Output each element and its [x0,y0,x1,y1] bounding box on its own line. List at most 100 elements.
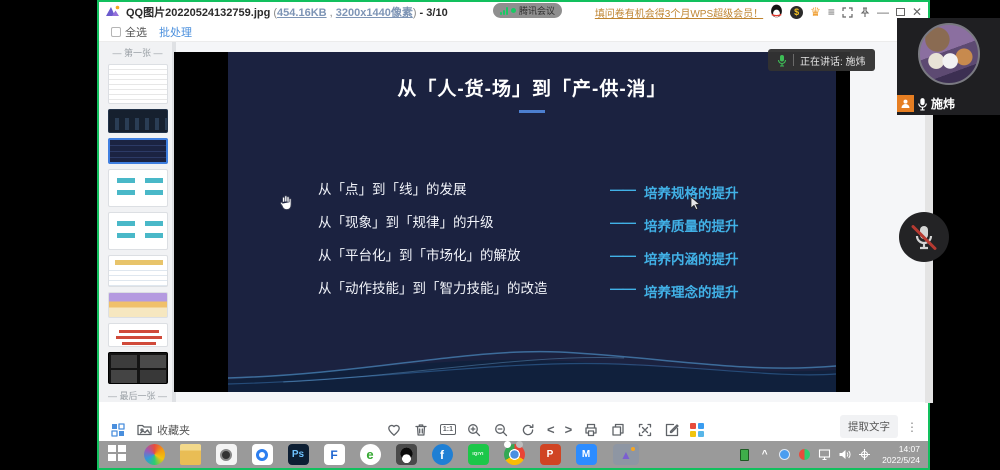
speaking-indicator: 正在讲话: 施炜 [768,49,875,71]
thumbnail-dark-table[interactable] [108,109,168,133]
taskbar-iqiyi[interactable]: IQIYI [460,441,496,468]
taskbar-pdf-reader[interactable]: F [316,441,352,468]
taskbar-drive-app[interactable] [244,441,280,468]
host-badge-icon [897,95,914,112]
taskbar-flash-center[interactable]: f [424,441,460,468]
ocr-scan-icon[interactable] [636,421,653,438]
usb-device-icon[interactable] [738,448,751,461]
thumbnail-teal-boxes-1[interactable] [108,169,168,207]
bullet-left-text: 从「动作技能」到「智力技能」的改造 [318,277,610,297]
taskbar-powerpoint[interactable]: P [532,441,568,468]
file-actions-bar: 全选 批处理 [99,22,928,42]
thumbnail-document-table[interactable] [108,64,168,104]
signal-bars-icon [500,7,508,15]
menu-icon[interactable]: ≡ [828,6,835,18]
minimize-button[interactable]: — [877,6,889,18]
bullet-row: 从「动作技能」到「智力技能」的改造 ——培养理念的提升 [318,277,816,296]
batch-process-link[interactable]: 批处理 [159,24,192,40]
file-name: QQ图片20220524132759.jpg [126,7,270,19]
taskbar-camera-app[interactable] [208,441,244,468]
slide-title: 从「人-货-场」到「产-供-消」 [228,74,836,101]
thumbnail-red-text-doc[interactable] [108,323,168,347]
select-all-label: 全选 [125,24,147,40]
bullet-right-label: 培养理念的提升 [644,281,739,301]
e-browser-label: e [360,444,381,465]
pdf-label: F [324,444,345,465]
title-underline [519,110,545,113]
more-options-icon[interactable]: ⋮ [906,420,918,434]
thumbnail-video-grid[interactable] [108,352,168,384]
coin-icon[interactable]: $ [790,6,803,19]
bullet-right-text: ——培养内涵的提升 [610,248,739,268]
close-button[interactable]: ✕ [912,6,922,18]
taskbar-e-browser[interactable]: e [352,441,388,468]
favorites-button[interactable]: 收藏夹 [136,421,190,438]
mic-muted-button[interactable] [899,212,949,262]
taskbar-windows-start[interactable] [100,441,136,468]
next-image-button[interactable]: > [565,423,573,436]
slide-content: 从「人-货-场」到「产-供-消」 从「点」到「线」的发展 ——培养规格的提升 从… [228,52,836,392]
bullet-right-text: ——培养规格的提升 [610,182,739,202]
taskbar-clock[interactable]: 14:07 2022/5/24 [882,444,920,465]
more-tools-icon[interactable] [690,423,704,437]
participant-mic-icon [917,97,928,111]
bullet-right-text: ——培养理念的提升 [610,281,739,301]
copy-icon[interactable] [609,421,626,438]
select-all-control[interactable]: 全选 [111,24,147,40]
qq-penguin-icon[interactable] [770,4,783,21]
tencent-meeting-pill[interactable]: 腾讯会议 [493,3,562,18]
print-icon[interactable] [582,421,599,438]
edit-icon[interactable] [663,421,680,438]
taskbar-file-explorer[interactable] [172,441,208,468]
participant-name: 施炜 [931,95,955,112]
file-title: QQ图片20220524132759.jpg (454.16KB , 3200x… [126,4,448,20]
green-status-dot [511,8,516,13]
heart-icon[interactable] [386,421,403,438]
bullet-row: 从「现象」到「规律」的升级 ——培养质量的提升 [318,211,816,230]
thumbnail-colorful-table[interactable] [108,292,168,318]
participant-video-tile[interactable]: 施炜 [897,18,1000,115]
taskbar-chrome[interactable] [496,441,532,468]
taskbar-photoshop[interactable]: Ps [280,441,316,468]
thumbnail-data-table[interactable] [108,255,168,287]
select-all-checkbox[interactable] [111,27,121,37]
bullet-right-label: 培养规格的提升 [644,182,739,202]
letterbox-right [836,52,850,392]
extract-text-button[interactable]: 提取文字 [840,415,898,438]
pin-icon[interactable] [860,7,870,18]
colorful-app-tray-icon[interactable] [798,448,811,461]
trash-icon[interactable] [413,421,430,438]
file-size-link[interactable]: 454.16KB [277,7,327,19]
bullet-left-text: 从「现象」到「规律」的升级 [318,211,610,231]
fullscreen-icon[interactable] [842,7,853,18]
file-dims-link[interactable]: 3200x1440像素 [336,7,413,19]
thumbnail-grid-icon[interactable] [109,421,126,438]
thumbnail-teal-boxes-2[interactable] [108,212,168,250]
thumbnail-current-slide[interactable] [108,138,168,164]
photoshop-label: Ps [288,444,309,465]
speaker-icon[interactable] [838,448,851,461]
folder-icon [136,421,153,438]
zoom-out-icon[interactable] [493,421,510,438]
dash: —— [610,248,635,268]
mic-icon [777,54,787,67]
comma: , [327,7,336,19]
app-logo-icon [105,4,121,20]
network-pc-icon[interactable] [818,448,831,461]
hidden-icons-caret[interactable]: ^ [758,448,771,461]
windows-taskbar: Ps F e f IQIYI P M ▲ ^ [99,441,928,468]
blue-app-tray-icon[interactable] [778,448,791,461]
zoom-in-icon[interactable] [466,421,483,438]
actual-size-icon[interactable]: 1:1 [440,424,456,435]
taskbar-tencent-meeting[interactable]: M [568,441,604,468]
crown-vip-icon[interactable]: ♛ [810,6,821,18]
rotate-icon[interactable] [520,421,537,438]
clock-time: 14:07 [882,444,920,455]
crosshair-icon[interactable] [858,448,871,461]
taskbar-image-viewer[interactable]: ▲ [604,441,648,468]
maximize-button[interactable] [896,8,905,16]
taskbar-colorful-browser[interactable] [136,441,172,468]
taskbar-qq[interactable] [388,441,424,468]
wps-promo-link[interactable]: 填问卷有机会得3个月WPS超级会员！ [595,5,763,20]
previous-image-button[interactable]: < [547,423,555,436]
